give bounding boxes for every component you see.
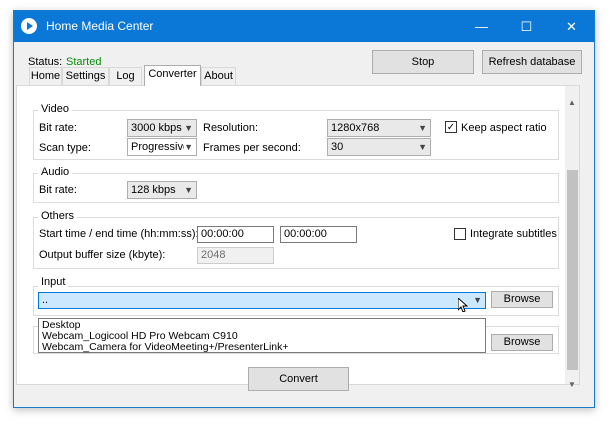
refresh-database-button[interactable]: Refresh database [482,50,582,74]
end-time-input[interactable]: 00:00:00 [280,226,357,243]
start-time-input[interactable]: 00:00:00 [197,226,274,243]
video-group-title: Video [38,103,72,115]
scan-type-label: Scan type: [39,142,91,154]
audio-bitrate-label: Bit rate: [39,184,77,196]
browse-button[interactable]: Browse [491,291,553,308]
tab-log[interactable]: Log [109,67,142,85]
scroll-up-icon[interactable]: ▲ [568,98,576,107]
chevron-down-icon: ▼ [418,142,427,152]
others-group-title: Others [38,210,78,222]
keep-aspect-ratio-checkbox[interactable]: ✓ [445,121,457,133]
start-end-time-label: Start time / end time (hh:mm:ss): [39,228,199,240]
window-title: Home Media Center [46,19,154,33]
input-source-select[interactable]: .. ▼ [38,292,486,309]
others-group [33,217,559,269]
fps-select[interactable]: 30 ▼ [327,138,431,156]
mouse-cursor-icon [457,296,469,313]
maximize-button[interactable]: ☐ [504,11,549,42]
tab-about[interactable]: About [201,67,236,85]
output-browse-button[interactable]: Browse [491,334,553,351]
chevron-down-icon: ▼ [473,293,482,308]
convert-button[interactable]: Convert [248,367,349,391]
buffer-size-input[interactable]: 2048 [197,247,274,264]
stop-button[interactable]: Stop [372,50,474,74]
scan-type-select[interactable]: Progressive ▼ [127,138,197,156]
minimize-button[interactable]: — [459,11,504,42]
chevron-down-icon: ▼ [184,123,193,133]
buffer-size-label: Output buffer size (kbyte): [39,249,166,261]
integrate-subtitles-checkbox[interactable] [454,228,466,240]
audio-group [33,173,559,203]
title-bar: Home Media Center — ☐ ✕ [14,11,594,42]
chevron-down-icon: ▼ [184,139,193,155]
resolution-label: Resolution: [203,122,259,134]
play-icon [21,18,37,34]
dropdown-option-webcam-camera[interactable]: Webcam_Camera for VideoMeeting+/Presente… [42,342,289,353]
tab-settings[interactable]: Settings [62,67,109,85]
audio-group-title: Audio [38,166,73,178]
input-source-dropdown: Desktop Webcam_Logicool HD Pro Webcam C9… [38,318,486,353]
chevron-down-icon: ▼ [418,123,427,133]
video-bitrate-label: Bit rate: [39,122,77,134]
close-button[interactable]: ✕ [549,11,594,42]
scroll-down-icon[interactable]: ▼ [568,380,576,389]
tab-converter[interactable]: Converter [144,65,201,86]
audio-bitrate-select[interactable]: 128 kbps ▼ [127,181,197,199]
chevron-down-icon: ▼ [184,185,193,195]
tab-home[interactable]: Home [29,67,62,85]
input-group-title: Input [38,276,69,288]
integrate-subtitles-label: Integrate subtitles [470,228,557,240]
video-bitrate-select[interactable]: 3000 kbps ▼ [127,119,197,137]
scrollbar-thumb[interactable] [567,170,578,370]
resolution-select[interactable]: 1280x768 ▼ [327,119,431,137]
fps-label: Frames per second: [203,142,301,154]
keep-aspect-ratio-label: Keep aspect ratio [461,122,547,134]
